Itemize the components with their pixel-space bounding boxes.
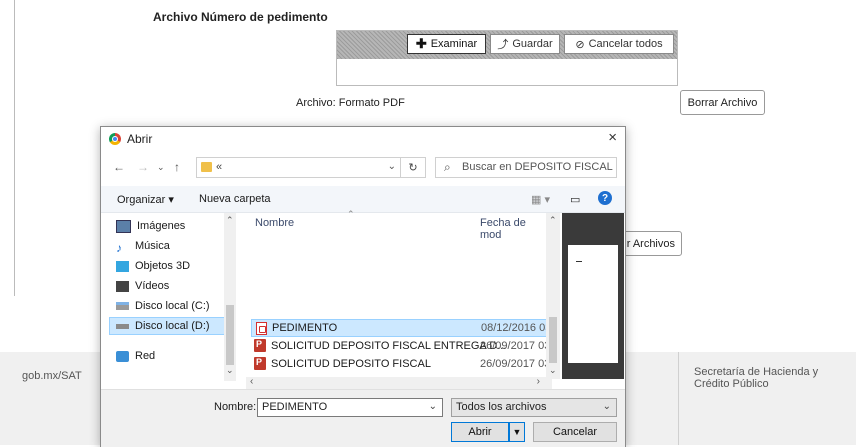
caret-down-icon: ▼ [512,427,522,437]
close-icon[interactable]: × [608,129,617,146]
dialog-title: Abrir [127,132,153,146]
chevron-down-icon[interactable]: ⌄ [388,161,396,172]
file-list-scroll-thumb[interactable] [549,317,557,363]
powerpoint-file-icon [254,357,266,370]
guardar-button[interactable]: ⤴ Guardar [490,34,560,54]
section-title: Archivo Número de pedimento [153,10,328,24]
cancel-icon: ⊘ [575,38,585,51]
nueva-carpeta-button[interactable]: Nueva carpeta [199,193,271,205]
organizar-menu[interactable]: Organizar ▾ [117,193,174,206]
folder-icon [201,162,212,172]
sidebar-scroll-thumb[interactable] [226,305,234,365]
scroll-up-icon[interactable]: ⌃ [226,215,234,226]
abrir-dropdown-button[interactable]: ▼ [509,422,525,442]
open-file-dialog: Abrir × ← → ⌄ ↑ « ⌄ ↻ ⌕ Buscar en DEPOSI… [100,126,626,447]
sort-arrow-icon: ⌃ [347,209,355,219]
back-arrow-icon[interactable]: ← [113,160,125,174]
scroll-right-icon[interactable]: › [537,376,540,387]
up-arrow-icon[interactable]: ↑ [174,160,180,174]
drive-d-icon [116,323,129,329]
pictures-icon [116,219,131,233]
plus-icon: ✚ [415,36,427,51]
file-type-select[interactable]: Todos los archivos ⌄ [451,398,617,417]
cancelar-todos-button[interactable]: ⊘ Cancelar todos [564,34,674,54]
cancelar-button[interactable]: Cancelar [533,422,617,442]
recent-dropdown-icon[interactable]: ⌄ [157,162,165,173]
column-name[interactable]: Nombre [255,217,294,229]
preview-pane [562,213,624,379]
network-icon [116,350,129,362]
abrir-button[interactable]: Abrir [451,422,509,442]
dialog-titlebar: Abrir [109,132,152,146]
address-bar[interactable]: « ⌄ [196,157,401,178]
chevron-down-icon[interactable]: ⌄ [429,401,437,412]
scroll-down-icon[interactable]: ⌄ [549,365,557,376]
footer-agency-text: Secretaría de Hacienda y Crédito Público [694,366,819,390]
dialog-toolbar: Organizar ▾ Nueva carpeta ▦ ▾ ▭ ? [101,186,625,213]
refresh-button[interactable]: ↻ [401,157,426,178]
chrome-icon [109,133,121,145]
file-row-solicitud[interactable]: SOLICITUD DEPOSITO FISCAL 26/09/2017 03: [251,355,559,373]
borrar-archivo-button[interactable]: Borrar Archivo [680,90,765,115]
footer-site-link[interactable]: gob.mx/SAT [22,370,82,382]
music-icon: ♪ [116,240,122,255]
file-row-pedimento[interactable]: PEDIMENTO 08/12/2016 03: [251,319,559,337]
scroll-up-icon[interactable]: ⌃ [549,215,557,226]
scroll-left-icon[interactable]: ‹ [250,376,253,387]
preview-page [568,245,618,363]
file-list-scrollbar[interactable]: ⌃ ⌄ [546,213,560,379]
chevron-down-icon[interactable]: ⌄ [603,401,611,412]
dialog-bottom-bar: Nombre: PEDIMENTO ⌄ Todos los archivos ⌄… [101,389,625,447]
footer-divider [678,352,679,445]
archivo-format-label: Archivo: Formato PDF [296,97,405,109]
preview-pane-icon[interactable]: ▭ [570,193,580,206]
search-icon: ⌕ [444,160,451,174]
upload-toolbar: ✚ Examinar ⤴ Guardar ⊘ Cancelar todos [337,31,677,59]
page-left-border [14,0,15,296]
objects3d-icon [116,260,129,272]
help-icon[interactable]: ? [598,191,612,205]
drive-c-icon [116,302,129,310]
pdf-file-icon [256,322,267,335]
search-input[interactable]: ⌕ Buscar en DEPOSITO FISCAL [435,157,617,178]
nombre-label: Nombre: [214,401,257,413]
file-row-solicitud-entrega[interactable]: SOLICITUD DEPOSITO FISCAL ENTREGA D... 2… [251,337,559,355]
view-options-icon[interactable]: ▦ ▾ [531,193,550,206]
filename-input[interactable]: PEDIMENTO ⌄ [257,398,443,417]
sidebar-scrollbar[interactable]: ⌃ ⌄ [224,213,236,381]
horizontal-scrollbar[interactable]: ‹ › [246,376,552,389]
upload-widget: ✚ Examinar ⤴ Guardar ⊘ Cancelar todos [336,30,678,86]
navigation-bar: ← → ⌄ ↑ « ⌄ ↻ ⌕ Buscar en DEPOSITO FISCA… [101,151,625,183]
scroll-down-icon[interactable]: ⌄ [226,365,234,376]
examinar-button[interactable]: ✚ Examinar [407,34,486,54]
refresh-icon: ↻ [408,162,418,174]
videos-icon [116,280,129,292]
upload-arrow-icon: ⤴ [497,39,509,51]
forward-arrow-icon[interactable]: → [137,160,149,174]
sidebar-item-disco-d[interactable]: Disco local (D:) [109,317,235,335]
powerpoint-file-icon [254,339,266,352]
column-date[interactable]: Fecha de mod [480,217,541,241]
